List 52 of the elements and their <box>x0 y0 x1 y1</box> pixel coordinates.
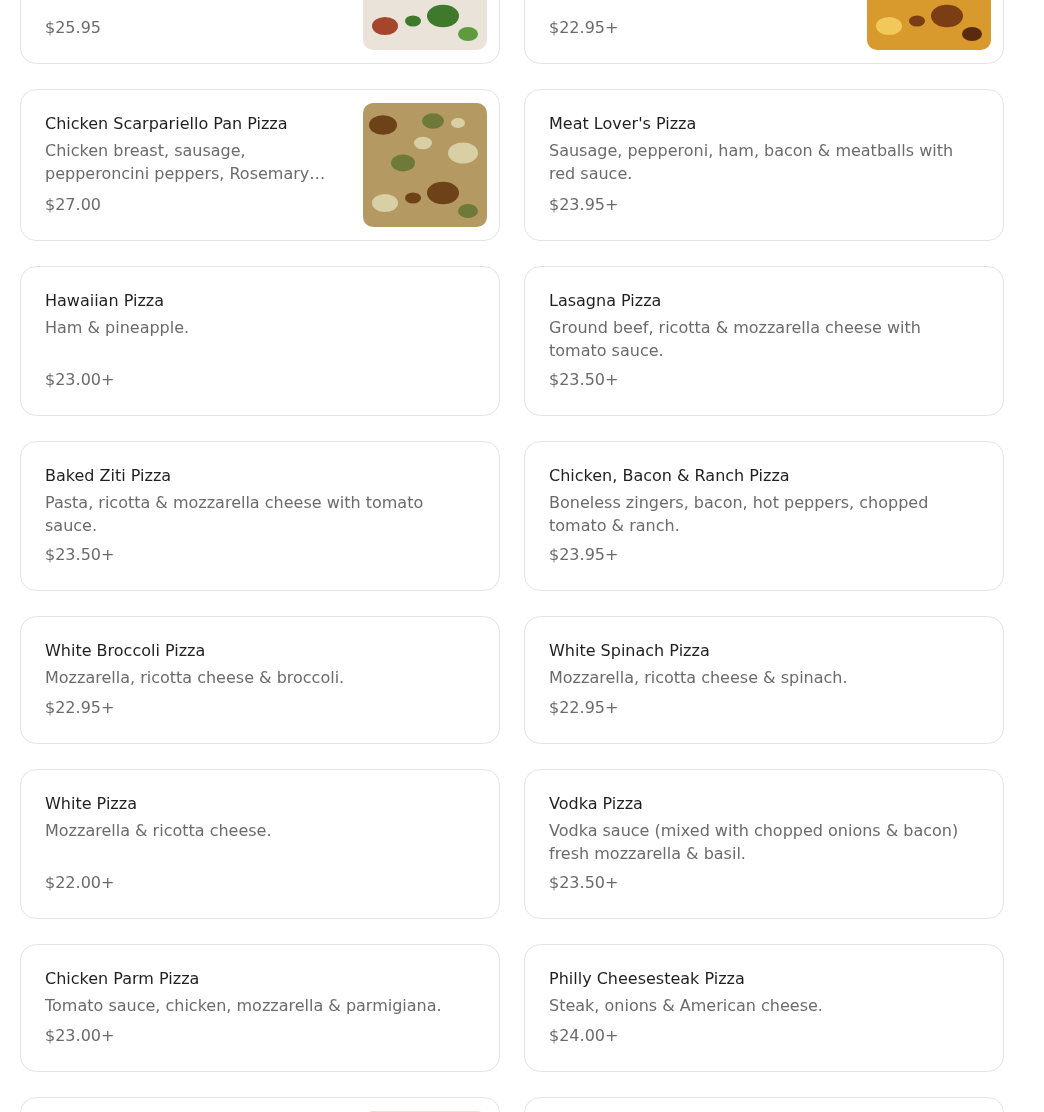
menu-item-card[interactable]: White Pizza Mozzarella & ricotta cheese. $22.00+ <box>20 769 500 919</box>
menu-item-card[interactable]: Meat Lover's Pizza Sausage, pepperoni, ham, bacon & meatballs with red sauce. $23.95+ <box>524 89 1004 241</box>
item-price: $22.95+ <box>549 17 620 39</box>
item-price: $24.00+ <box>549 1025 620 1047</box>
item-description: Sausage, pepperoni, ham, bacon & meatballs with red sauce. <box>549 140 955 185</box>
item-description: Chicken breast, sausage, pepperoncini peppers, Rosemary… <box>45 140 327 185</box>
item-price: $23.00+ <box>45 1025 116 1047</box>
menu-item-card[interactable]: $25.95 <box>20 0 500 64</box>
menu-item-card[interactable]: Philly Cheesesteak Pizza Steak, onions & American cheese. $24.00+ <box>524 944 1004 1072</box>
item-title: Vodka Pizza <box>549 794 644 814</box>
menu-item-card[interactable]: Chicken, Bacon & Ranch Pizza Boneless zingers, bacon, hot peppers, chopped tomato & ranch. $23.95+ <box>524 441 1004 591</box>
item-price: $23.00+ <box>45 369 116 391</box>
item-description: Pasta, ricotta & mozzarella cheese with tomato sauce. <box>45 492 425 537</box>
item-title: White Spinach Pizza <box>549 641 711 661</box>
item-description: Vodka sauce (mixed with chopped onions & bacon) fresh mozzarella & basil. <box>549 820 960 865</box>
menu-item-card[interactable]: $22.95+ <box>524 0 1004 64</box>
item-title: Chicken Parm Pizza <box>45 969 201 989</box>
menu-item-card[interactable]: Chicken Parm Pizza Tomato sauce, chicken, mozzarella & parmigiana. $23.00+ <box>20 944 500 1072</box>
item-description: Mozzarella & ricotta cheese. <box>45 820 273 842</box>
menu-item-card[interactable]: Chicken Scarpariello Pan Pizza Chicken breast, sausage, pepperoncini peppers, Rosemary… $27.00 <box>20 89 500 241</box>
menu-item-card[interactable]: White Spinach Pizza Mozzarella, ricotta cheese & spinach. $22.95+ <box>524 616 1004 744</box>
item-price: $23.50+ <box>45 544 116 566</box>
item-description: Ham & pineapple. <box>45 317 191 339</box>
item-price: $22.95+ <box>549 697 620 719</box>
item-description: Mozzarella, ricotta cheese & broccoli. <box>45 667 346 689</box>
item-title: Chicken Scarpariello Pan Pizza <box>45 114 289 134</box>
item-title: Meat Lover's Pizza <box>549 114 698 134</box>
item-price: $23.50+ <box>549 872 620 894</box>
menu-item-card[interactable]: Hawaiian Pizza Ham & pineapple. $23.00+ <box>20 266 500 416</box>
menu-item-card[interactable]: White Broccoli Pizza Mozzarella, ricotta cheese & broccoli. $22.95+ <box>20 616 500 744</box>
menu-item-card[interactable]: Vodka Pizza Vodka sauce (mixed with chopped onions & bacon) fresh mozzarella & basil. $23.50+ <box>524 769 1004 919</box>
item-description: Tomato sauce, chicken, mozzarella & parmigiana. <box>45 995 443 1017</box>
item-title: Chicken, Bacon & Ranch Pizza <box>549 466 791 486</box>
item-title: Lasagna Pizza <box>549 291 663 311</box>
item-price: $27.00 <box>45 194 102 216</box>
item-description: Steak, onions & American cheese. <box>549 995 824 1017</box>
item-title: Hawaiian Pizza <box>45 291 165 311</box>
item-title: White Pizza <box>45 794 138 814</box>
menu-item-card[interactable]: Lasagna Pizza Ground beef, ricotta & mozzarella cheese with tomato sauce. $23.50+ <box>524 266 1004 416</box>
item-price: $23.95+ <box>549 544 620 566</box>
item-title: White Broccoli Pizza <box>45 641 207 661</box>
item-title: Baked Ziti Pizza <box>45 466 173 486</box>
item-price: $22.00+ <box>45 872 116 894</box>
item-description: Ground beef, ricotta & mozzarella cheese with tomato sauce. <box>549 317 922 362</box>
item-description: Boneless zingers, bacon, hot peppers, chopped tomato & ranch. <box>549 492 930 537</box>
menu-item-card[interactable]: Baked Ziti Pizza Pasta, ricotta & mozzarella cheese with tomato sauce. $23.50+ <box>20 441 500 591</box>
item-price: $23.50+ <box>549 369 620 391</box>
item-title: Philly Cheesesteak Pizza <box>549 969 746 989</box>
item-description: Mozzarella, ricotta cheese & spinach. <box>549 667 849 689</box>
item-price: $22.95+ <box>45 697 116 719</box>
item-price: $23.95+ <box>549 194 620 216</box>
item-price: $25.95 <box>45 17 102 39</box>
